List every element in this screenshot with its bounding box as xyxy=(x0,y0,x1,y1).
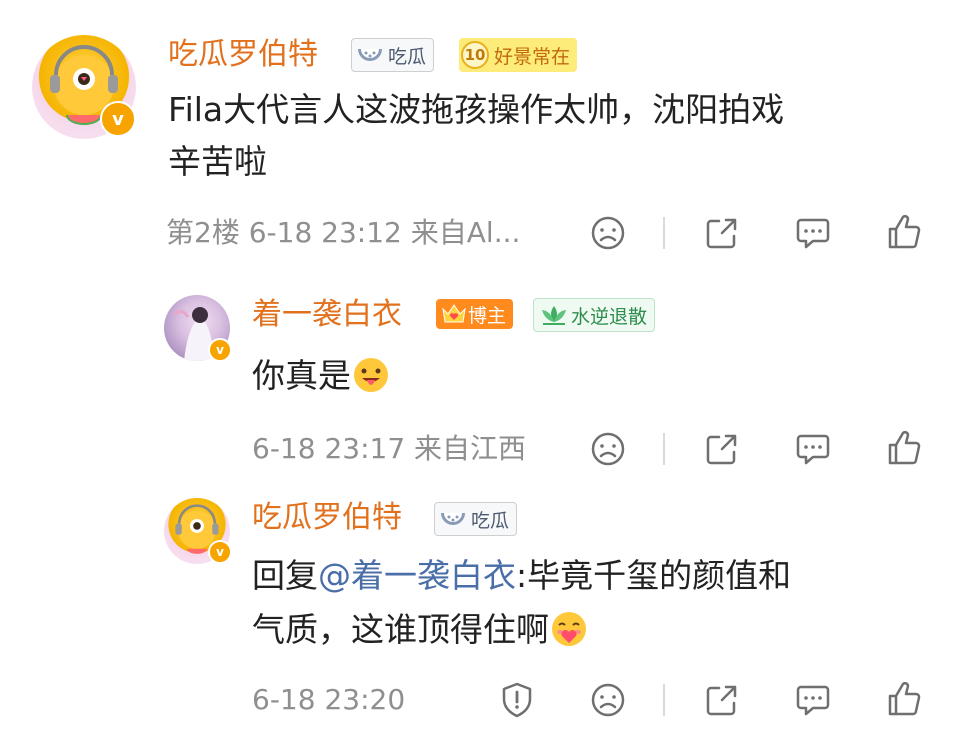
comment-icon[interactable] xyxy=(793,213,833,253)
watermelon-icon xyxy=(358,49,382,61)
reply-text: 你真是 xyxy=(252,350,391,402)
melon-badge: 吃瓜 xyxy=(351,38,435,72)
divider xyxy=(663,433,665,465)
reply-text-content: 你真是 xyxy=(252,356,351,395)
host-badge: 博主 xyxy=(436,299,514,329)
reply-prefix: 回复 xyxy=(252,556,318,595)
host-badge-label: 博主 xyxy=(468,304,507,327)
mention-link[interactable]: @着一袭白衣 xyxy=(318,556,516,595)
reply-meta: 6-18 23:20 xyxy=(252,683,406,716)
level-number: 10 xyxy=(461,41,489,69)
level-badge: 10 好景常在 xyxy=(459,38,578,72)
watermelon-icon xyxy=(441,513,465,525)
verified-badge-icon: v xyxy=(208,540,232,564)
title-badge: 水逆退散 xyxy=(533,298,656,332)
comment-meta: 第2楼 6-18 23:12 来自Al... xyxy=(166,216,521,249)
thumbs-up-icon[interactable] xyxy=(884,679,924,719)
username[interactable]: 吃瓜罗伯特 xyxy=(168,36,318,74)
divider xyxy=(663,217,665,249)
comment-icon[interactable] xyxy=(793,680,833,720)
verified-badge-icon: v xyxy=(100,101,136,137)
reply-text-line1: 回复@着一袭白衣:毕竟千玺的颜值和 xyxy=(252,550,791,602)
divider xyxy=(663,684,665,716)
melon-badge-label: 吃瓜 xyxy=(471,509,510,532)
reply-text-content: 气质，这谁顶得住啊 xyxy=(252,610,549,649)
share-icon[interactable] xyxy=(702,680,742,720)
comment-text-line2: 辛苦啦 xyxy=(168,142,267,181)
thumbs-up-icon[interactable] xyxy=(884,212,924,252)
reply-username[interactable]: 着一袭白衣 xyxy=(252,296,402,334)
reply-text-line2: 气质，这谁顶得住啊 xyxy=(252,604,589,656)
frown-face-icon[interactable] xyxy=(588,680,628,720)
share-icon[interactable] xyxy=(702,213,742,253)
thumbs-up-icon[interactable] xyxy=(884,428,924,468)
love-emoji xyxy=(552,612,586,646)
reply-text-content: :毕竟千玺的颜值和 xyxy=(516,556,792,595)
frown-face-icon[interactable] xyxy=(588,429,628,469)
melon-badge-label: 吃瓜 xyxy=(388,45,427,68)
frown-face-icon[interactable] xyxy=(588,213,628,253)
reply-meta: 6-18 23:17 来自江西 xyxy=(252,432,527,465)
report-shield-icon[interactable] xyxy=(497,680,537,720)
title-badge-label: 水逆退散 xyxy=(571,305,648,328)
comment-text-line1: Fila大代言人这波拖孩操作太帅，沈阳拍戏 xyxy=(168,90,785,129)
tongue-emoji xyxy=(354,358,388,392)
share-icon[interactable] xyxy=(702,429,742,469)
comment-icon[interactable] xyxy=(793,429,833,469)
level-badge-label: 好景常在 xyxy=(494,45,571,68)
verified-badge-icon: v xyxy=(208,338,232,362)
crown-heart-icon xyxy=(442,304,466,323)
melon-badge: 吃瓜 xyxy=(434,502,518,536)
reply-username[interactable]: 吃瓜罗伯特 xyxy=(252,499,402,537)
lotus-icon xyxy=(542,306,566,325)
